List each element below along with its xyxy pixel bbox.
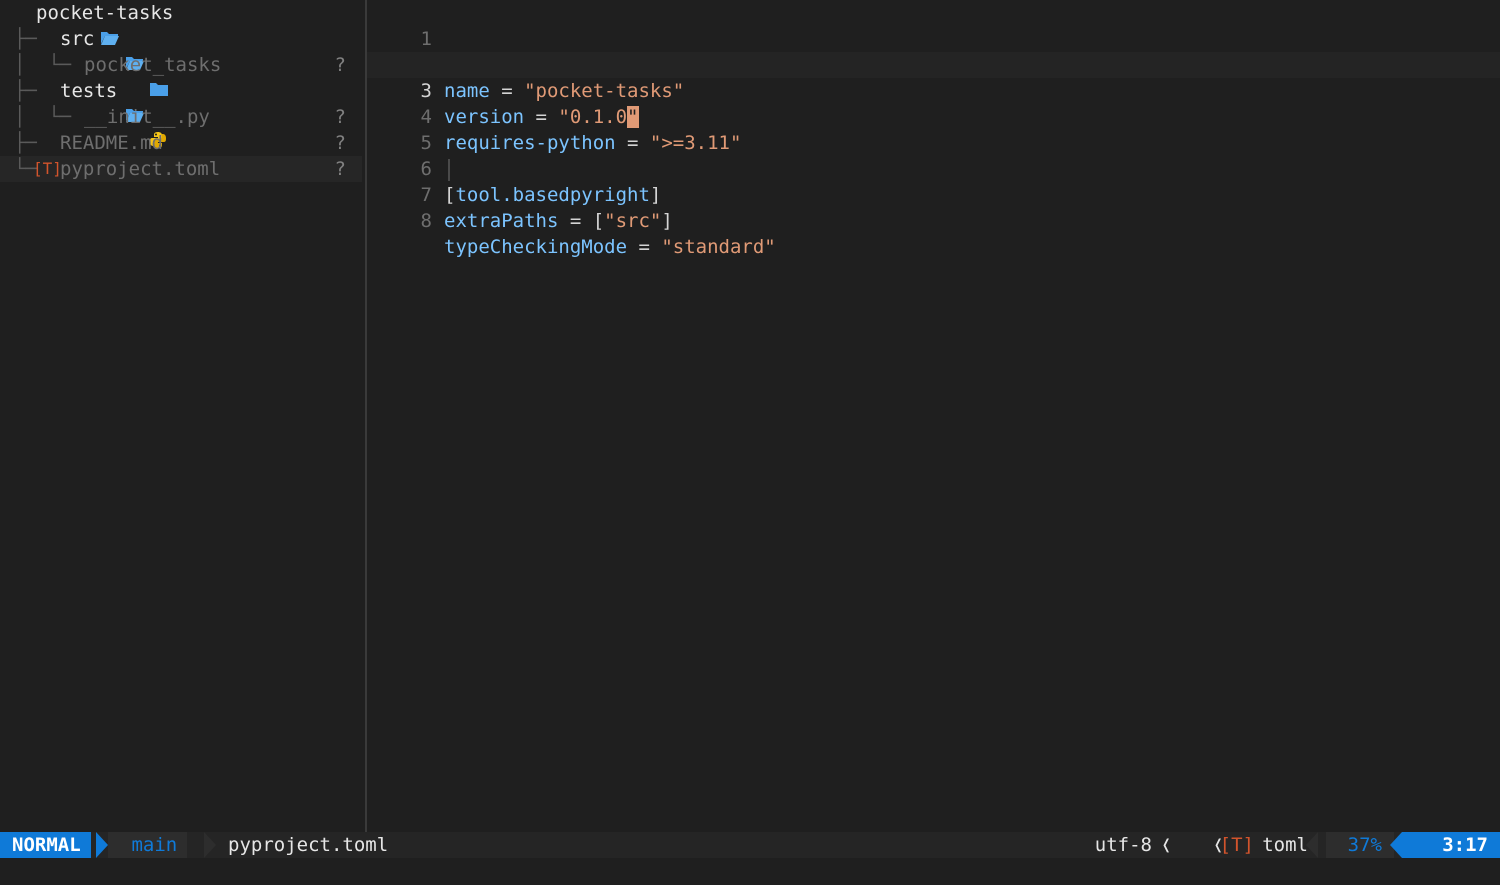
tree-item-pocket-tasks[interactable]: │ └─ pocket_tasks ? — [0, 52, 362, 96]
percent-separator — [1306, 832, 1318, 858]
current-filename: pyproject.toml — [228, 834, 389, 856]
position-separator — [1390, 832, 1402, 858]
git-status: ? — [334, 54, 346, 76]
tree-item-readme[interactable]: ├─ README.md ? — [0, 130, 362, 175]
code-editor[interactable]: 1 [project] 2 name = "pocket-tasks" 3 ve… — [367, 0, 1500, 832]
code-line[interactable]: 7 extraPaths = ["src"] — [367, 156, 1500, 232]
tree-item-label: pyproject.toml — [60, 158, 221, 180]
toml-icon: [T] — [1219, 834, 1254, 856]
git-status: ? — [334, 158, 346, 180]
scroll-percent: 37% — [1325, 832, 1394, 858]
tree-root[interactable]: pocket-tasks — [0, 0, 362, 45]
editor-window: pocket-tasks ├─ src │ └─ pocket_tasks ? … — [0, 0, 1500, 885]
toml-icon: [T] — [33, 159, 62, 178]
toml-string: "src" — [604, 210, 662, 232]
command-line[interactable] — [0, 858, 1500, 885]
tree-item-label: README.md — [60, 132, 163, 154]
file-tree[interactable]: pocket-tasks ├─ src │ └─ pocket_tasks ? … — [0, 0, 365, 832]
line-number: 8 — [420, 210, 432, 232]
toml-string: "standard" — [661, 236, 776, 258]
linux-icon — [1117, 832, 1202, 880]
equals: = — [627, 236, 662, 258]
git-status: ? — [334, 132, 346, 154]
cursor-position: 3:17 — [1402, 832, 1500, 858]
mode-indicator: NORMAL — [0, 832, 91, 858]
status-line: NORMAL main pyproject.toml utf-8 ❬ ❬ [T]… — [0, 832, 1500, 880]
mode-separator — [96, 832, 108, 858]
branch-separator — [204, 832, 216, 858]
tree-item-init-py[interactable]: │ └─ __init__.py ? — [0, 104, 362, 148]
git-status: ? — [334, 106, 346, 128]
equals: = — [558, 210, 593, 232]
bracket: ] — [661, 210, 673, 232]
tree-item-label: src — [60, 28, 95, 50]
code-line[interactable]: 2 name = "pocket-tasks" — [367, 26, 1500, 102]
tree-item-label: __init__.py — [84, 106, 210, 128]
code-line[interactable]: 1 [project] — [367, 0, 1500, 76]
git-branch[interactable]: main — [108, 832, 188, 858]
git-branch-label: main — [131, 834, 178, 856]
code-line[interactable]: 6 [tool.basedpyright] — [367, 130, 1500, 206]
code-line[interactable]: 4 requires-python = ">=3.11" — [367, 78, 1500, 154]
tree-guide: ├─ — [14, 132, 37, 154]
tree-item-label: tests — [60, 80, 118, 102]
code-line[interactable]: 5 — [367, 104, 1500, 181]
tree-item-src[interactable]: ├─ src — [0, 26, 362, 70]
code-line[interactable]: 8 typeCheckingMode = "standard" — [367, 182, 1500, 258]
toml-key: typeCheckingMode — [444, 236, 628, 258]
tree-item-tests[interactable]: ├─ tests — [0, 78, 362, 122]
bracket: [ — [592, 210, 605, 232]
tree-item-label: pocket_tasks — [84, 54, 222, 76]
file-type: toml — [1262, 834, 1308, 856]
tree-root-label: pocket-tasks — [36, 2, 174, 24]
tree-item-pyproject[interactable]: └─ [T] pyproject.toml ? — [0, 156, 362, 182]
toml-key: extraPaths — [444, 210, 559, 232]
code-line-current[interactable]: 3 version = "0.1.0" — [367, 52, 1500, 128]
